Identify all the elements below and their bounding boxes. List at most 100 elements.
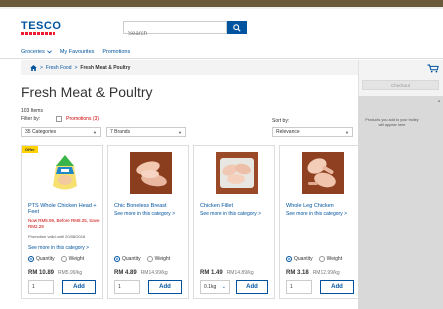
breadcrumb-separator: > bbox=[40, 64, 43, 71]
promotions-checkbox[interactable] bbox=[56, 116, 63, 122]
quantity-label: Quantity bbox=[294, 256, 313, 262]
chevron-down-icon: ▼ bbox=[178, 129, 182, 135]
product-name[interactable]: Chicken Fillet bbox=[200, 203, 274, 209]
search-button[interactable] bbox=[227, 21, 247, 34]
sort-select[interactable]: Relevance ▼ bbox=[272, 127, 353, 137]
search-box[interactable] bbox=[123, 21, 227, 40]
quantity-label: Quantity bbox=[36, 256, 55, 262]
product-card: Whole Leg Chicken See more in this categ… bbox=[279, 145, 361, 299]
product-name[interactable]: PTS Whole Chicken Head + Feet bbox=[28, 203, 102, 215]
weight-radio[interactable]: Weight bbox=[60, 256, 84, 262]
breadcrumb-current: Fresh Meat & Poultry bbox=[80, 64, 131, 71]
quantity-weight-toggle: Quantity Weight bbox=[286, 256, 342, 262]
radio-empty-icon bbox=[146, 256, 153, 262]
chevron-down-icon: ▼ bbox=[345, 129, 349, 135]
price: RM 3.18 bbox=[286, 270, 309, 276]
price: RM 10.89 bbox=[28, 270, 55, 276]
sort-select-value: Relevance bbox=[276, 129, 300, 135]
product-image-boneless-breast[interactable] bbox=[130, 152, 172, 194]
nav-groceries[interactable]: Groceries bbox=[21, 47, 52, 57]
product-card: Chic Boneless Breast See more in this ca… bbox=[107, 145, 189, 299]
quantity-weight-toggle: Quantity Weight bbox=[28, 256, 84, 262]
nav-promotions-label: Promotions bbox=[102, 49, 131, 55]
weight-label: Weight bbox=[326, 256, 343, 262]
promotions-filter-label[interactable]: Promotions (3) bbox=[66, 116, 99, 122]
product-card: Chicken Fillet See more in this category… bbox=[193, 145, 275, 299]
nav-promotions[interactable]: Promotions bbox=[102, 47, 130, 57]
add-button[interactable]: Add bbox=[148, 280, 182, 294]
weight-radio[interactable]: Weight bbox=[146, 256, 171, 262]
chevron-down-icon: ▼ bbox=[93, 129, 97, 135]
product-name[interactable]: Whole Leg Chicken bbox=[286, 203, 360, 209]
main-nav: Groceries My Favourites Promotions bbox=[21, 47, 130, 57]
nav-groceries-label: Groceries bbox=[21, 49, 45, 55]
quantity-radio[interactable]: Quantity bbox=[286, 256, 313, 262]
unit-price: RM5.99/kg bbox=[58, 270, 83, 276]
price-row: RM 4.89 RM14.99/kg bbox=[114, 270, 168, 276]
quantity-input[interactable]: 1 bbox=[28, 280, 54, 294]
promo-text: Now RM5.99, Before RM8.25, Save RM2.29 bbox=[28, 218, 100, 229]
quantity-input[interactable]: 1 bbox=[114, 280, 140, 294]
nav-my-favourites[interactable]: My Favourites bbox=[60, 47, 95, 57]
quantity-input[interactable]: 1 bbox=[286, 280, 312, 294]
weight-select-value: 0.1kg bbox=[204, 284, 217, 290]
radio-selected-icon bbox=[286, 256, 292, 262]
radio-empty-icon bbox=[318, 256, 325, 262]
price-row: RM 10.89 RM5.99/kg bbox=[28, 270, 82, 276]
chevron-down-icon bbox=[46, 50, 52, 54]
promo-valid-until: Promotion valid until 20/08/2018 bbox=[28, 234, 86, 239]
logo-text: TESCO bbox=[21, 20, 62, 32]
radio-selected-icon bbox=[28, 256, 34, 262]
breadcrumb: > Fresh Food > Fresh Meat & Poultry bbox=[21, 60, 358, 75]
weight-radio[interactable]: Weight bbox=[318, 256, 343, 262]
product-image-whole-chicken[interactable] bbox=[44, 152, 86, 194]
add-button[interactable]: Add bbox=[236, 280, 268, 294]
home-icon[interactable] bbox=[30, 64, 37, 71]
tesco-logo[interactable]: TESCO bbox=[21, 21, 61, 35]
product-image-whole-leg[interactable] bbox=[302, 152, 344, 194]
add-button[interactable]: Add bbox=[62, 280, 96, 294]
breadcrumb-separator: > bbox=[74, 64, 78, 71]
page-title: Fresh Meat & Poultry bbox=[21, 84, 153, 100]
breadcrumb-fresh-food[interactable]: Fresh Food bbox=[46, 65, 72, 71]
product-image-chicken-fillet[interactable] bbox=[216, 152, 258, 194]
weight-label: Weight bbox=[154, 256, 171, 262]
search-input[interactable] bbox=[124, 28, 226, 40]
scroll-up-icon[interactable]: ▲ bbox=[437, 98, 441, 103]
checkout-button[interactable]: Checkout bbox=[362, 80, 439, 90]
trolley-icon[interactable] bbox=[427, 64, 439, 73]
radio-selected-icon bbox=[114, 256, 120, 262]
quantity-radio[interactable]: Quantity bbox=[28, 256, 55, 262]
price-row: RM 3.18 RM12.99/kg bbox=[286, 270, 340, 276]
see-more-link[interactable]: See more in this category > bbox=[28, 245, 89, 251]
top-accent-bar bbox=[0, 0, 443, 7]
offer-badge: Offer bbox=[22, 146, 38, 153]
brands-select[interactable]: 7 Brands ▼ bbox=[106, 127, 186, 137]
chevron-down-icon: ⌄ bbox=[221, 284, 226, 290]
top-divider bbox=[0, 7, 443, 9]
see-more-link[interactable]: See more in this category > bbox=[114, 211, 175, 217]
add-button[interactable]: Add bbox=[320, 280, 354, 294]
weight-select[interactable]: 0.1kg ⌄ bbox=[200, 280, 230, 294]
radio-empty-icon bbox=[60, 256, 67, 262]
trolley-empty-message: Products you add to your trolley will ap… bbox=[365, 118, 419, 127]
nav-divider bbox=[0, 58, 443, 59]
price: RM 1.49 bbox=[200, 270, 223, 276]
unit-price: RM12.99/kg bbox=[312, 270, 340, 276]
categories-select[interactable]: 35 Categories ▼ bbox=[21, 127, 101, 137]
quantity-radio[interactable]: Quantity bbox=[114, 256, 141, 262]
unit-price: RM14.99/kg bbox=[140, 270, 168, 276]
price: RM 4.89 bbox=[114, 270, 137, 276]
see-more-link[interactable]: See more in this category > bbox=[286, 211, 347, 217]
price-row: RM 1.49 RM14.89/kg bbox=[200, 270, 254, 276]
items-count: 103 Items bbox=[21, 108, 43, 114]
sort-label: Sort by: bbox=[272, 118, 290, 124]
see-more-link[interactable]: See more in this category > bbox=[200, 211, 261, 217]
quantity-weight-toggle: Quantity Weight bbox=[114, 256, 170, 262]
logo-stripes bbox=[21, 32, 55, 35]
filter-label: Filter by: bbox=[21, 116, 41, 122]
product-name[interactable]: Chic Boneless Breast bbox=[114, 203, 188, 209]
brands-select-value: 7 Brands bbox=[110, 129, 131, 135]
search-icon bbox=[233, 23, 241, 32]
product-card: Offer PTS Whole Chicken Head + Feet Now … bbox=[21, 145, 103, 299]
